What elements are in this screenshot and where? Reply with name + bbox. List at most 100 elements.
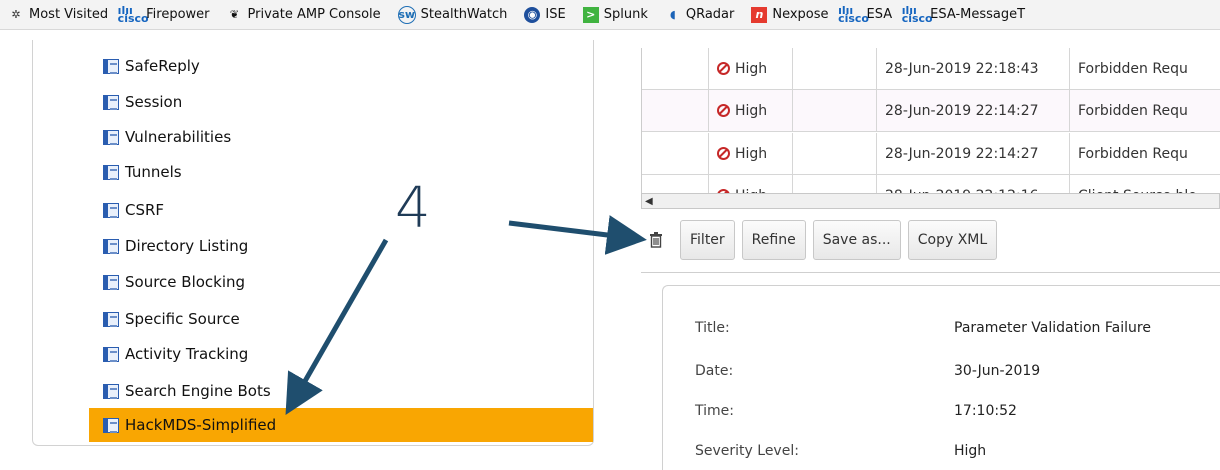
bookmark-private-amp-console[interactable]: ❦ Private AMP Console	[227, 7, 381, 23]
bookmark-label: StealthWatch	[420, 7, 508, 22]
detail-label: Time:	[695, 403, 734, 419]
detail-label: Date:	[695, 363, 734, 379]
table-row[interactable]: High 28-Jun-2019 22:14:27 Forbidden Requ	[642, 133, 1220, 175]
policy-table-icon	[103, 274, 119, 290]
splunk-icon: >	[582, 6, 599, 23]
severity-cell: High	[709, 133, 793, 174]
tree-item-directory-listing[interactable]: Directory Listing	[89, 229, 593, 263]
tree-item-search-engine-bots[interactable]: Search Engine Bots	[89, 374, 593, 408]
cisco-icon: ılıı cisco	[901, 3, 933, 25]
date-cell: 28-Jun-2019 22:14:27	[877, 90, 1070, 131]
detail-value: High	[954, 443, 987, 459]
policy-table-icon	[103, 164, 119, 180]
detail-value: 17:10:52	[954, 403, 1017, 419]
severity-high-icon	[717, 62, 730, 75]
tree-item-label: Source Blocking	[125, 273, 246, 291]
policy-table-icon	[103, 94, 119, 110]
annotation-step-number: 4	[395, 176, 431, 241]
severity-text: High	[735, 60, 768, 77]
tree-item-label: SafeReply	[125, 57, 200, 75]
tree-item-tunnels[interactable]: Tunnels	[89, 155, 593, 189]
severity-text: High	[735, 102, 768, 119]
tree-item-source-blocking[interactable]: Source Blocking	[89, 265, 593, 299]
bookmark-label: ESA-MessageT	[930, 7, 1026, 22]
bookmark-esa[interactable]: ılıı cisco ESA	[838, 3, 893, 25]
tree-item-specific-source[interactable]: Specific Source	[89, 302, 593, 336]
table-cell-blank	[793, 133, 877, 174]
bookmarks-bar: ✲ Most Visited ılıı cisco Firepower ❦ Pri…	[0, 0, 1220, 30]
tree-item-label: CSRF	[125, 201, 165, 219]
tree-item-label: Vulnerabilities	[125, 128, 232, 146]
horizontal-scrollbar[interactable]: ◀	[641, 193, 1220, 209]
bookmark-label: Private AMP Console	[247, 7, 381, 22]
policy-table-icon	[103, 417, 119, 433]
severity-high-icon	[717, 147, 730, 160]
trash-icon[interactable]	[646, 229, 666, 251]
policy-table-icon	[103, 383, 119, 399]
table-row[interactable]: High 28-Jun-2019 22:14:27 Forbidden Requ	[642, 90, 1220, 132]
tree-item-session[interactable]: Session	[89, 85, 593, 119]
table-row[interactable]: High 28-Jun-2019 22:18:43 Forbidden Requ	[642, 48, 1220, 90]
bookmark-stealthwatch[interactable]: sw StealthWatch	[397, 5, 508, 24]
bookmark-esa-messagetracking[interactable]: ılıı cisco ESA-MessageT	[901, 3, 1026, 25]
event-cell: Forbidden Requ	[1078, 60, 1188, 77]
bookmark-qradar[interactable]: ◖ QRadar	[665, 7, 734, 23]
table-cell-blank	[793, 90, 877, 131]
cisco-icon: ılıı cisco	[838, 3, 869, 25]
bookmark-ise[interactable]: ◉ ISE	[524, 6, 566, 23]
event-details-panel: Title: Parameter Validation Failure Date…	[662, 285, 1220, 470]
bookmark-label: ISE	[545, 7, 566, 22]
refine-button[interactable]: Refine	[741, 220, 806, 260]
table-cell-blank	[642, 90, 709, 131]
save-as-button[interactable]: Save as...	[812, 220, 901, 260]
bookmark-firepower[interactable]: ılıı cisco Firepower	[117, 3, 210, 25]
policy-table-icon	[103, 58, 119, 74]
cisco-icon: ılıı cisco	[117, 3, 149, 25]
table-cell-blank	[793, 48, 877, 89]
detail-label: Severity Level:	[695, 443, 799, 459]
policy-table-icon	[103, 238, 119, 254]
bookmark-most-visited[interactable]: ✲ Most Visited	[8, 7, 108, 23]
bookmark-label: Most Visited	[29, 7, 109, 22]
tree-item-label: Specific Source	[125, 310, 240, 328]
date-cell: 28-Jun-2019 22:14:27	[877, 133, 1070, 174]
filter-button[interactable]: Filter	[680, 220, 735, 260]
detail-label: Title:	[695, 320, 730, 336]
event-cell: Forbidden Requ	[1078, 145, 1188, 162]
severity-cell: High	[709, 48, 793, 89]
tree-item-activity-tracking[interactable]: Activity Tracking	[89, 337, 593, 371]
bookmark-label: ESA	[866, 7, 893, 22]
bookmark-splunk[interactable]: > Splunk	[582, 6, 648, 23]
bookmark-nexpose[interactable]: n Nexpose	[751, 6, 829, 23]
event-cell: Forbidden Requ	[1078, 102, 1188, 119]
ise-icon: ◉	[524, 6, 541, 23]
tree-item-label: Tunnels	[125, 163, 182, 181]
toolbar-divider	[641, 272, 1220, 273]
tree-item-vulnerabilities[interactable]: Vulnerabilities	[89, 120, 593, 154]
severity-high-icon	[717, 104, 730, 117]
tree-item-label: Directory Listing	[125, 237, 249, 255]
severity-text: High	[735, 145, 768, 162]
table-cell-blank	[642, 48, 709, 89]
leaf-icon: ❦	[229, 8, 240, 21]
detail-value: Parameter Validation Failure	[954, 320, 1151, 336]
date-cell: 28-Jun-2019 22:18:43	[877, 48, 1070, 89]
tree-item-csrf[interactable]: CSRF	[89, 193, 593, 227]
bookmark-label: Splunk	[603, 7, 648, 22]
scroll-left-arrow-icon[interactable]: ◀	[645, 196, 653, 207]
tree-item-label: HackMDS-Simplified	[125, 416, 277, 434]
bookmark-label: Nexpose	[772, 7, 829, 22]
tree-item-hackmds-simplified[interactable]: HackMDS-Simplified	[89, 408, 593, 442]
detail-value: 30-Jun-2019	[954, 363, 1041, 379]
policy-table-icon	[103, 129, 119, 145]
qradar-icon: ◖	[669, 8, 676, 21]
policy-table-icon	[103, 202, 119, 218]
table-cell-blank	[642, 133, 709, 174]
copy-xml-button[interactable]: Copy XML	[907, 220, 998, 260]
stealthwatch-icon: sw	[397, 5, 416, 24]
nexpose-icon: n	[751, 6, 768, 23]
policy-table-icon	[103, 346, 119, 362]
tree-item-label: Search Engine Bots	[125, 382, 271, 400]
tree-item-safereply[interactable]: SafeReply	[89, 49, 593, 83]
bookmark-label: Firepower	[146, 7, 210, 22]
